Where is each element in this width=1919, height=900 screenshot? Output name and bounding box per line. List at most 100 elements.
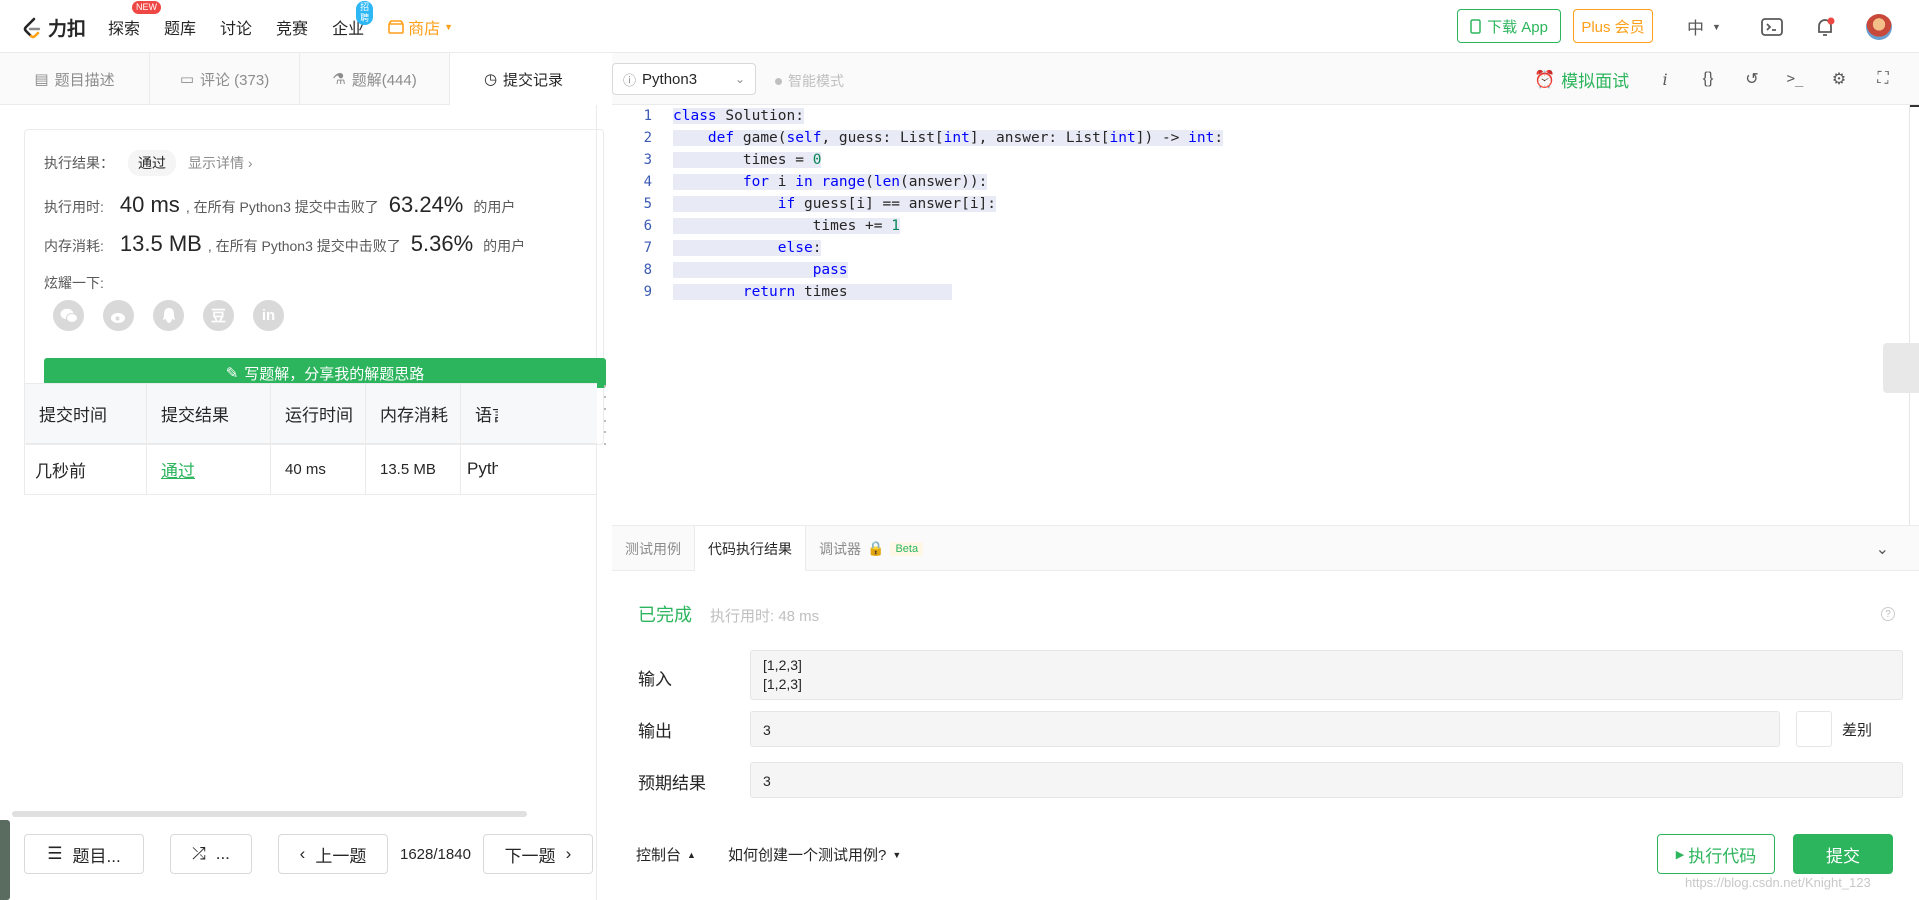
code-text: times = 0 xyxy=(673,152,822,168)
undo-icon[interactable]: ↺ xyxy=(1741,68,1763,90)
braces-icon[interactable]: {} xyxy=(1697,68,1719,90)
plus-member-button[interactable]: Plus 会员 xyxy=(1573,9,1653,43)
code-text: for i in range(len(answer)): xyxy=(673,174,988,190)
console-toggle-button[interactable]: 控制台 ▲ xyxy=(636,844,696,865)
write-solution-label: 写题解，分享我的解题思路 xyxy=(244,365,425,383)
collapse-console-icon[interactable]: ⌄ xyxy=(1876,539,1889,559)
linkedin-glyph: in xyxy=(261,307,276,324)
header-submit-time[interactable]: 提交时间 xyxy=(25,384,147,443)
tab-solutions[interactable]: ⚗ 题解(444) xyxy=(300,53,450,105)
tab-description[interactable]: ▤ 题目描述 xyxy=(0,53,150,105)
header-submit-result[interactable]: 提交结果 xyxy=(147,384,271,443)
runtime-users-text: 的用户 xyxy=(473,199,516,215)
left-panel: ▤ 题目描述 ▭ 评论 (373) ⚗ 题解(444) ◷ 提交记录 执行结果：… xyxy=(0,53,606,900)
diff-checkbox[interactable] xyxy=(1796,711,1832,747)
code-line: 2 def game(self, guess: List[int], answe… xyxy=(612,127,1912,149)
code-text: if guess[i] == answer[i]: xyxy=(673,196,997,212)
smart-mode-toggle[interactable]: 智能模式 xyxy=(775,71,844,91)
code-text: pass xyxy=(673,262,848,278)
editor-toolbar: ⓘ Python3 ⌄ 智能模式 ⏰ 模拟面试 i {} ↺ >_ ⚙ ⛶ xyxy=(612,53,1919,105)
code-text: return times xyxy=(673,284,953,300)
nav-contest[interactable]: 竞赛 xyxy=(276,15,308,39)
weibo-icon[interactable] xyxy=(103,300,134,331)
result-row: 执行结果： 通过 显示详情 › xyxy=(44,150,253,176)
terminal-icon[interactable] xyxy=(1760,15,1784,39)
nav-store[interactable]: 商店 ▼ xyxy=(388,15,453,39)
pencil-icon: ✎ xyxy=(225,365,239,382)
tab-testcase[interactable]: 测试用例 xyxy=(612,526,694,571)
leetcode-logo[interactable]: 力扣 xyxy=(22,14,86,41)
fullscreen-icon[interactable]: ⛶ xyxy=(1872,68,1894,90)
editor-scrollbar[interactable] xyxy=(1909,105,1919,525)
language-select[interactable]: ⓘ Python3 ⌄ xyxy=(612,63,756,95)
nav-explore[interactable]: 探索 NEW xyxy=(108,0,161,39)
cell-result-link[interactable]: 通过 xyxy=(147,444,271,494)
nav-contest-label: 竞赛 xyxy=(276,20,309,38)
avatar[interactable] xyxy=(1866,14,1892,40)
cell-memory: 13.5 MB xyxy=(366,444,461,494)
header-language[interactable]: 语言 xyxy=(461,384,498,443)
code-line: 4 for i in range(len(answer)): xyxy=(612,171,1912,193)
next-problem-button[interactable]: 下一题 › xyxy=(482,834,593,874)
table-header: 提交时间 提交结果 运行时间 内存消耗 语言 xyxy=(25,384,597,444)
tab-debugger[interactable]: 调试器 🔒 Beta xyxy=(806,526,936,571)
diff-toggle[interactable]: 差别 xyxy=(1796,711,1872,747)
line-number: 1 xyxy=(643,108,652,124)
bell-icon[interactable] xyxy=(1813,15,1837,39)
douban-icon[interactable]: 豆 xyxy=(203,300,234,331)
cell-language: Python3 xyxy=(467,459,498,478)
download-app-button[interactable]: 下载 App xyxy=(1457,9,1561,43)
tab-run-result[interactable]: 代码执行结果 xyxy=(694,526,806,571)
line-number: 3 xyxy=(643,152,652,168)
top-navbar: 力扣 探索 NEW 题库 讨论 竞赛 企业 招聘 商店 ▼ 下载 App Plu… xyxy=(0,0,1919,53)
nav-enterprise[interactable]: 企业 招聘 xyxy=(332,0,374,39)
page-indicator: 1628/1840 xyxy=(400,845,471,863)
settings-icon[interactable]: ⚙ xyxy=(1828,68,1850,90)
nav-problems[interactable]: 题库 xyxy=(164,15,196,39)
run-code-button[interactable]: ▶ 执行代码 xyxy=(1657,834,1775,874)
prev-problem-button[interactable]: ‹ 上一题 xyxy=(278,834,388,874)
code-text: class Solution: xyxy=(673,108,804,124)
memory-users-text: 的用户 xyxy=(483,238,526,254)
share-icons: 豆 in xyxy=(53,300,284,331)
code-line: 3 times = 0 xyxy=(612,149,1912,171)
horizontal-scrollbar[interactable] xyxy=(12,811,527,817)
panel-resize-handle[interactable] xyxy=(598,380,612,450)
help-icon[interactable]: ? xyxy=(1881,607,1895,621)
howto-testcase-link[interactable]: 如何创建一个测试用例? ▼ xyxy=(728,844,901,865)
table-row[interactable]: 几秒前 通过 40 ms 13.5 MB Python3 xyxy=(25,444,597,494)
submit-button[interactable]: 提交 xyxy=(1793,834,1893,874)
qq-icon[interactable] xyxy=(153,300,184,331)
language-switcher[interactable]: 中 ▼ xyxy=(1687,14,1721,39)
share-label: 炫耀一下: xyxy=(44,275,104,291)
tab-debugger-label: 调试器 xyxy=(819,540,861,557)
mock-interview-button[interactable]: ⏰ 模拟面试 xyxy=(1534,67,1629,92)
code-line: 8 pass xyxy=(612,259,1912,281)
linkedin-icon[interactable]: in xyxy=(253,300,284,331)
console-label: 控制台 xyxy=(636,847,682,864)
language-select-value: Python3 xyxy=(642,70,698,88)
problem-tabs: ▤ 题目描述 ▭ 评论 (373) ⚗ 题解(444) ◷ 提交记录 xyxy=(0,53,597,105)
code-editor[interactable]: 1 class Solution: 2 def game(self, guess… xyxy=(612,105,1919,525)
random-problem-button[interactable]: ⤮ ... xyxy=(170,834,252,874)
console-icon[interactable]: >_ xyxy=(1784,68,1806,90)
chevron-down-icon: ⌄ xyxy=(734,72,745,86)
problem-list-button[interactable]: ☰ 题目... xyxy=(24,834,144,874)
run-status-label: 已完成 xyxy=(638,605,692,625)
wechat-icon[interactable] xyxy=(53,300,84,331)
left-edge-handle[interactable] xyxy=(0,820,10,900)
header-runtime[interactable]: 运行时间 xyxy=(271,384,366,443)
tab-comments[interactable]: ▭ 评论 (373) xyxy=(150,53,300,105)
mock-interview-label: 模拟面试 xyxy=(1561,72,1630,91)
nav-discuss[interactable]: 讨论 xyxy=(220,15,252,39)
nav-discuss-label: 讨论 xyxy=(220,20,253,38)
line-number: 9 xyxy=(643,284,652,300)
side-note-tab[interactable] xyxy=(1883,343,1919,393)
show-details-link[interactable]: 显示详情 › xyxy=(188,153,253,173)
cell-runtime: 40 ms xyxy=(271,444,366,494)
info-icon[interactable]: i xyxy=(1654,68,1676,90)
memory-percent: 5.36% xyxy=(410,231,474,256)
language-label: 中 xyxy=(1687,19,1704,38)
header-memory[interactable]: 内存消耗 xyxy=(366,384,461,443)
tab-submissions[interactable]: ◷ 提交记录 xyxy=(450,53,597,105)
